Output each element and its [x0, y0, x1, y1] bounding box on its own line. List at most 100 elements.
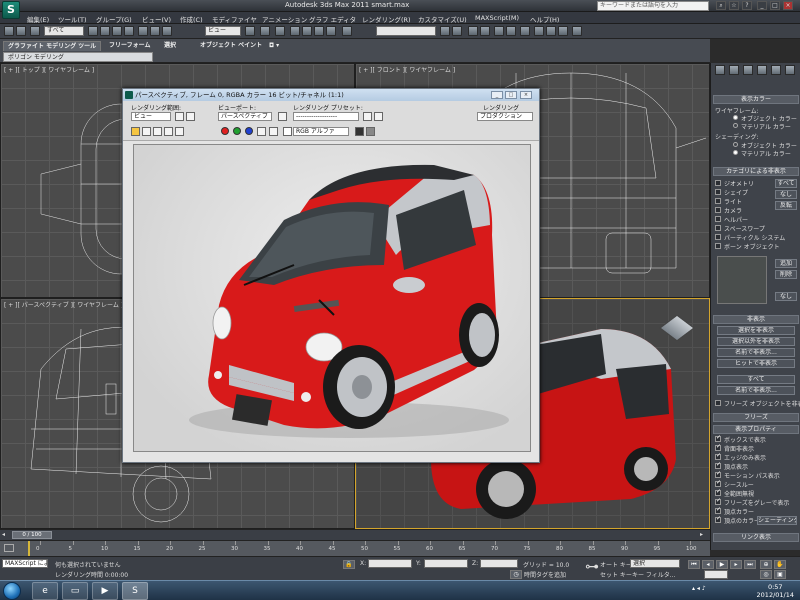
- x-coord-field[interactable]: [368, 559, 412, 568]
- prop-check-0[interactable]: [715, 434, 721, 442]
- taskbar-explorer-icon[interactable]: ▭: [62, 582, 88, 600]
- maximize-button[interactable]: □: [770, 1, 780, 10]
- tray-icons[interactable]: ▴ ◂ ♪: [692, 585, 706, 592]
- tab-selection[interactable]: 選択: [160, 41, 180, 51]
- selection-filter-dropdown[interactable]: すべて: [44, 26, 84, 36]
- menu-modifiers[interactable]: モディファイヤ: [212, 14, 257, 24]
- orbit-icon[interactable]: ◎: [760, 570, 772, 579]
- channel-display-dropdown[interactable]: RGB アルファ: [293, 127, 349, 136]
- time-slider[interactable]: ◂ 0 / 100 ▸: [0, 529, 710, 540]
- category-check-cameras[interactable]: [715, 207, 721, 213]
- menu-animation[interactable]: アニメーション: [262, 14, 307, 24]
- menu-maxscript[interactable]: MAXScript(M): [475, 14, 519, 22]
- pan-view-icon[interactable]: ✋: [774, 560, 786, 569]
- polygon-modeling-panel[interactable]: ポリゴン モデリング: [3, 52, 153, 62]
- track-bar[interactable]: 0 5 10 15 20 25 30 35 40 45 50 55 60 65 70 75 80 85 90 95 10…: [0, 540, 710, 556]
- none-category-button[interactable]: なし: [775, 292, 797, 301]
- mirror-icon[interactable]: [440, 26, 450, 36]
- next-key-icon[interactable]: ▸: [730, 560, 742, 569]
- rotate-icon[interactable]: [150, 26, 160, 36]
- freeze-rollout[interactable]: フリーズ: [713, 413, 799, 422]
- region-select-icon[interactable]: [112, 26, 122, 36]
- unhide-all-button[interactable]: すべて: [717, 375, 795, 384]
- rendered-frame-window-icon[interactable]: [546, 26, 556, 36]
- ribbon-options-icon[interactable]: ◘ ▾: [265, 41, 283, 51]
- wire-material-color-radio[interactable]: [733, 123, 738, 128]
- time-tag-icon[interactable]: ◷: [510, 570, 522, 579]
- render-maximize-button[interactable]: □: [505, 91, 517, 99]
- render-canvas[interactable]: [133, 144, 531, 452]
- environment-icon[interactable]: [374, 112, 383, 121]
- category-all-button[interactable]: すべて: [775, 179, 797, 188]
- category-check-geometry[interactable]: [715, 180, 721, 186]
- menu-graph-editors[interactable]: グラフ エディタ: [309, 14, 356, 24]
- teapot-render-icon[interactable]: [572, 26, 582, 36]
- category-check-bones[interactable]: [715, 243, 721, 249]
- pivot-icon[interactable]: [245, 26, 255, 36]
- display-color-rollout[interactable]: 表示カラー: [713, 95, 799, 104]
- clone-window-icon[interactable]: [153, 127, 162, 136]
- display-alpha-icon[interactable]: [355, 127, 364, 136]
- menu-edit[interactable]: 編集(E): [27, 14, 49, 24]
- lock-viewport-icon[interactable]: [278, 112, 287, 121]
- menu-group[interactable]: グループ(G): [96, 14, 132, 24]
- curve-editor-icon[interactable]: [494, 26, 504, 36]
- viewport-top-label[interactable]: [ + ][ トップ ][ ワイヤフレーム ]: [4, 65, 94, 74]
- search-input[interactable]: キーワードまたは語句を入力: [597, 1, 709, 11]
- modify-tab-icon[interactable]: [729, 65, 739, 75]
- prop-check-7[interactable]: [715, 497, 721, 505]
- taskbar-media-icon[interactable]: ▶: [92, 582, 118, 600]
- blue-channel-toggle[interactable]: [245, 127, 253, 135]
- hide-by-hit-button[interactable]: ヒットで非表示: [717, 359, 795, 368]
- add-category-button[interactable]: 追加: [775, 259, 797, 268]
- reference-coord-dropdown[interactable]: ビュー: [205, 26, 241, 36]
- hide-unselected-button[interactable]: 選択以外を非表示: [717, 337, 795, 346]
- app-logo-icon[interactable]: S: [2, 1, 20, 19]
- prop-check-3[interactable]: [715, 461, 721, 469]
- track-bar-toggle-icon[interactable]: [4, 544, 14, 552]
- tab-object-paint[interactable]: オブジェクト ペイント: [196, 41, 266, 51]
- manipulate-icon[interactable]: [260, 26, 270, 36]
- prop-check-1[interactable]: [715, 443, 721, 451]
- prop-check-6[interactable]: [715, 488, 721, 496]
- hide-by-name-button[interactable]: 名前で非表示...: [717, 348, 795, 357]
- maximize-viewport-icon[interactable]: ▣: [774, 570, 786, 579]
- move-icon[interactable]: [138, 26, 148, 36]
- start-button[interactable]: [3, 582, 21, 600]
- hierarchy-tab-icon[interactable]: [743, 65, 753, 75]
- undo-icon[interactable]: [4, 26, 14, 36]
- prev-key-icon[interactable]: ◂: [702, 560, 714, 569]
- alpha-channel-toggle[interactable]: [257, 127, 266, 136]
- red-channel-toggle[interactable]: [221, 127, 229, 135]
- taskbar-3dsmax-icon[interactable]: S: [122, 582, 148, 600]
- prop-check-9[interactable]: [715, 515, 721, 523]
- graphite-toggle-icon[interactable]: [480, 26, 490, 36]
- go-to-start-icon[interactable]: ⏮: [688, 560, 700, 569]
- hide-frozen-checkbox[interactable]: [715, 400, 721, 406]
- category-check-lights[interactable]: [715, 198, 721, 204]
- hide-by-category-rollout[interactable]: カテゴリによる非表示: [713, 167, 799, 176]
- window-crossing-icon[interactable]: [124, 26, 134, 36]
- system-clock[interactable]: 0:57 2012/01/14: [757, 583, 794, 599]
- z-coord-field[interactable]: [480, 559, 518, 568]
- shade-object-color-radio[interactable]: [733, 142, 738, 147]
- edit-named-sets-icon[interactable]: [342, 26, 352, 36]
- taskbar-ie-icon[interactable]: e: [32, 582, 58, 600]
- select-link-icon[interactable]: [30, 26, 40, 36]
- category-list-box[interactable]: [717, 256, 767, 304]
- monochrome-toggle[interactable]: [269, 127, 278, 136]
- render-setup-icon[interactable]: [534, 26, 544, 36]
- utilities-tab-icon[interactable]: [785, 65, 795, 75]
- area-to-render-dropdown[interactable]: ビュー: [131, 112, 171, 121]
- minimize-button[interactable]: _: [757, 1, 767, 10]
- maxscript-listener-field[interactable]: MAXScript によう: [2, 559, 48, 568]
- current-frame-field[interactable]: [704, 570, 728, 579]
- key-icon[interactable]: ⊶: [585, 559, 599, 575]
- keyboard-shortcut-icon[interactable]: [275, 26, 285, 36]
- motion-tab-icon[interactable]: [757, 65, 767, 75]
- play-icon[interactable]: ▶: [716, 560, 728, 569]
- zoom-extents-icon[interactable]: ⊕: [760, 560, 772, 569]
- align-icon[interactable]: [452, 26, 462, 36]
- toggle-ui-icon[interactable]: [366, 127, 375, 136]
- wire-object-color-radio[interactable]: [733, 115, 738, 120]
